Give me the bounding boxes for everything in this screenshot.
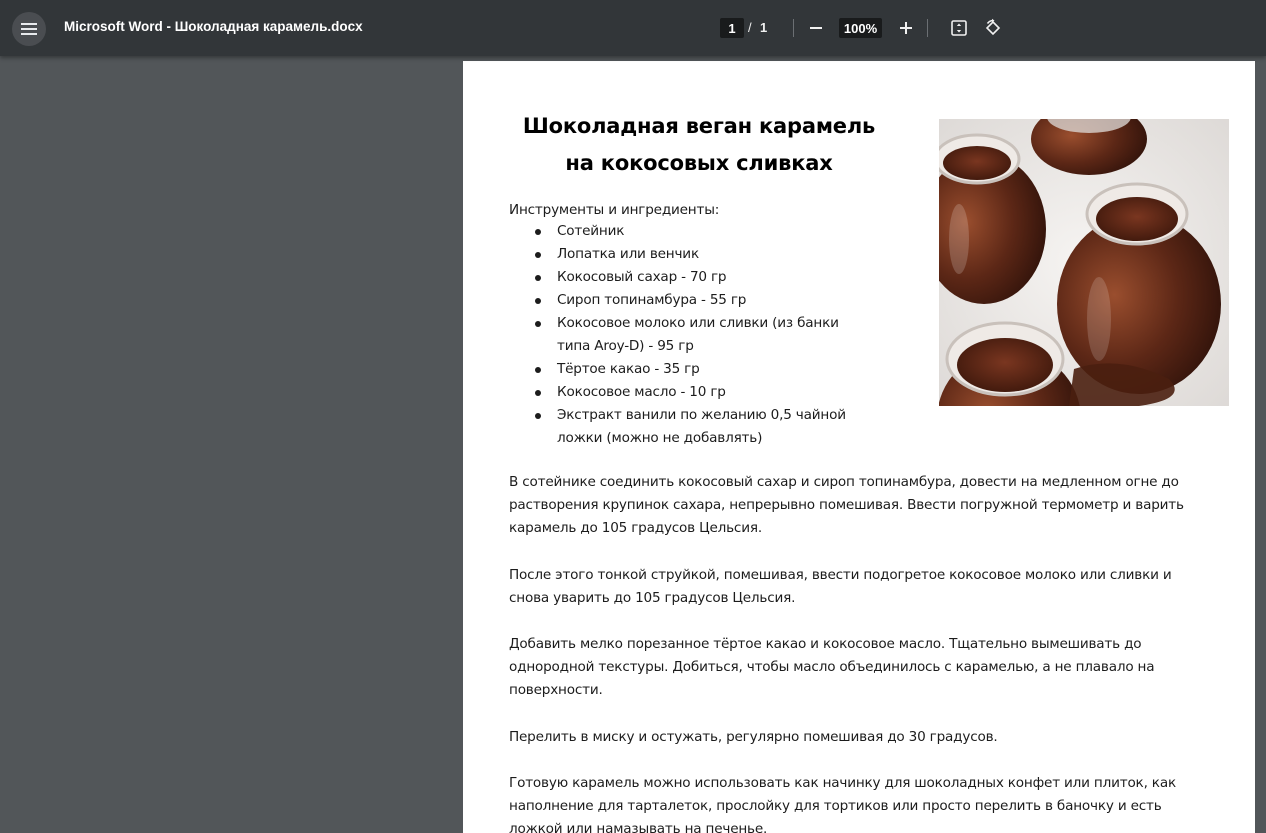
- zoom-out-button[interactable]: [804, 16, 828, 40]
- instruction-paragraph: Перелить в миску и остужать, регулярно п…: [509, 729, 998, 745]
- ingredients-heading: Инструменты и ингредиенты:: [509, 202, 720, 218]
- zoom-out-icon: [810, 27, 822, 29]
- caramel-jars-photo: [939, 119, 1229, 406]
- menu-button[interactable]: [12, 12, 46, 46]
- menu-icon: [21, 23, 37, 35]
- page-total: 1: [760, 20, 768, 35]
- zoom-input[interactable]: 100%: [839, 18, 882, 38]
- fit-page-icon: [951, 20, 967, 36]
- list-item: Кокосовое масло - 10 гр: [535, 381, 857, 404]
- list-item: Тёртое какао - 35 гр: [535, 358, 857, 381]
- recipe-title: Шоколадная веган карамель на кокосовых с…: [522, 114, 876, 175]
- instruction-paragraph: Готовую карамель можно использовать как …: [509, 775, 1176, 833]
- list-item: Экстракт ванили по желанию 0,5 чайной ло…: [535, 404, 857, 450]
- instruction-paragraph: В сотейнике соединить кокосовый сахар и …: [509, 474, 1184, 536]
- list-item: Кокосовый сахар - 70 гр: [535, 266, 857, 289]
- list-item: Кокосовое молоко или сливки (из банки ти…: [535, 312, 857, 358]
- fit-page-button[interactable]: [947, 16, 971, 40]
- instruction-paragraph: Добавить мелко порезанное тёртое какао и…: [509, 636, 1155, 698]
- list-item: Лопатка или венчик: [535, 243, 857, 266]
- toolbar-divider: [793, 19, 794, 37]
- viewer-toolbar: Microsoft Word - Шоколадная карамель.doc…: [0, 0, 1266, 56]
- list-item: Сотейник: [535, 220, 857, 243]
- zoom-in-icon: [900, 22, 912, 34]
- ingredients-list: Сотейник Лопатка или венчик Кокосовый са…: [535, 220, 857, 450]
- page-separator: /: [748, 20, 752, 35]
- document-title: Microsoft Word - Шоколадная карамель.doc…: [64, 19, 363, 34]
- page-number-input[interactable]: 1: [720, 18, 744, 38]
- list-item: Сироп топинамбура - 55 гр: [535, 289, 857, 312]
- rotate-icon: [985, 18, 1001, 36]
- instruction-paragraph: После этого тонкой струйкой, помешивая, …: [509, 567, 1172, 606]
- toolbar-divider: [927, 19, 928, 37]
- zoom-in-button[interactable]: [894, 16, 918, 40]
- rotate-button[interactable]: [981, 16, 1005, 40]
- document-page: Шоколадная веган карамель на кокосовых с…: [463, 61, 1255, 833]
